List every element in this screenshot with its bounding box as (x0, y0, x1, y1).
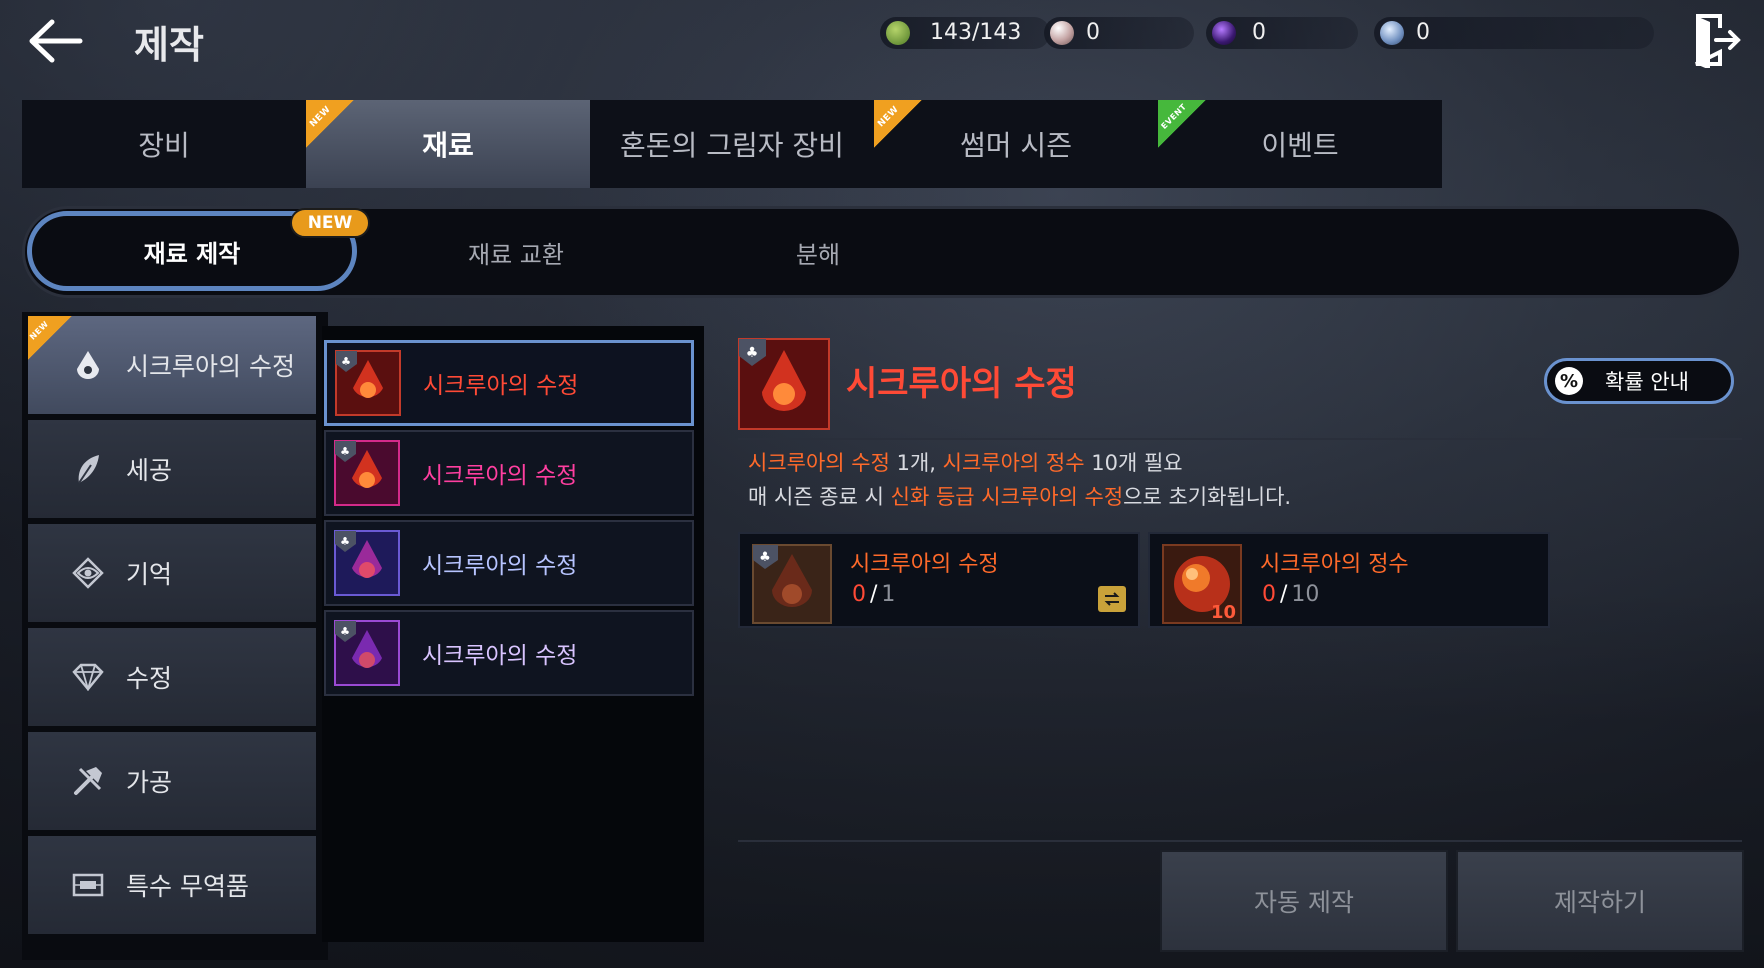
divider (738, 840, 1742, 842)
leaf-coin-icon (886, 21, 910, 45)
category-memory[interactable]: 기억 (28, 524, 316, 622)
swap-icon[interactable] (1098, 586, 1126, 612)
event-ribbon: EVENT (1158, 100, 1206, 148)
subtab-disassemble[interactable]: 분해 (671, 209, 965, 295)
back-button[interactable] (26, 16, 86, 66)
currency-silver: 0 (1374, 17, 1654, 49)
tab-chaos-shadow-equipment[interactable]: 혼돈의 그림자 장비 (590, 100, 874, 188)
tab-event[interactable]: EVENT 이벤트 (1158, 100, 1442, 188)
craft-button[interactable]: 제작하기 (1456, 850, 1744, 952)
item-crystal-icon: ♣ (738, 338, 830, 430)
eye-gem-icon (70, 555, 106, 591)
recipe-item[interactable]: ♣ 시크루아의 수정 (324, 520, 694, 606)
svg-text:♣: ♣ (759, 550, 771, 565)
description-line: 시크루아의 수정 1개, 시크루아의 정수 10개 필요 (748, 451, 1183, 475)
new-ribbon: NEW (306, 100, 354, 148)
category-list: NEW 시크루아의 수정 세공 기억 수정 가공 특수 무역품 (22, 312, 328, 960)
chest-icon (70, 867, 106, 903)
category-sikrua-crystal[interactable]: NEW 시크루아의 수정 (28, 316, 316, 414)
pearl-icon (1050, 21, 1074, 45)
svg-text:10: 10 (1211, 602, 1236, 623)
new-ribbon: NEW (874, 100, 922, 148)
item-detail-panel: ♣ 시크루아의 수정 % 확률 안내 시크루아의 수정 1개, 시크루아의 정수… (718, 316, 1744, 956)
crystal-icon: ♣ (334, 440, 400, 506)
essence-orb-icon: 10 (1162, 544, 1242, 624)
svg-text:♣: ♣ (341, 355, 351, 368)
new-ribbon: NEW (28, 316, 72, 360)
category-processing[interactable]: 가공 (28, 732, 316, 830)
back-arrow-icon (29, 19, 83, 63)
auto-craft-button[interactable]: 자동 제작 (1160, 850, 1448, 952)
crystal-icon: ♣ (752, 544, 832, 624)
tab-materials[interactable]: NEW 재료 (306, 100, 590, 188)
tab-equipment[interactable]: 장비 (22, 100, 306, 188)
category-special-trade[interactable]: 특수 무역품 (28, 836, 316, 934)
category-craftwork[interactable]: 세공 (28, 420, 316, 518)
svg-text:♣: ♣ (340, 535, 350, 548)
description-line: 매 시즌 종료 시 신화 등급 시크루아의 수정으로 초기화됩니다. (748, 485, 1292, 509)
sub-tab-bar: 재료 제작 NEW 재료 교환 분해 (22, 206, 1742, 298)
material-count: 0/1 (852, 582, 896, 607)
material-slot[interactable]: ♣ 시크루아의 수정 0/1 (738, 532, 1140, 628)
feather-icon (70, 451, 106, 487)
exit-button[interactable] (1690, 12, 1742, 70)
material-count: 0/10 (1262, 582, 1320, 607)
currency-purple: 0 (1206, 17, 1358, 49)
diamond-icon (70, 659, 106, 695)
recipe-list: ♣ 시크루아의 수정 ♣ 시크루아의 수정 ♣ 시크루아의 수정 ♣ 시크루아의… (322, 326, 704, 942)
svg-text:♣: ♣ (340, 445, 350, 458)
recipe-item[interactable]: ♣ 시크루아의 수정 (324, 610, 694, 696)
top-bar: 제작 143/143 0 0 0 (0, 0, 1764, 84)
subtab-material-craft[interactable]: 재료 제작 NEW (27, 208, 370, 291)
new-badge: NEW (290, 208, 370, 238)
recipe-item[interactable]: ♣ 시크루아의 수정 (324, 430, 694, 516)
silver-coin-icon (1380, 21, 1404, 45)
crystal-icon: ♣ (335, 350, 401, 416)
recipe-item[interactable]: ♣ 시크루아의 수정 (324, 340, 694, 426)
item-description: 시크루아의 수정 1개, 시크루아의 정수 10개 필요 매 시즌 종료 시 신… (748, 446, 1291, 514)
crystal-drop-icon (70, 347, 106, 383)
svg-text:♣: ♣ (340, 625, 350, 638)
currency-pearl: 0 (1044, 17, 1194, 49)
percent-icon: % (1555, 367, 1583, 395)
page-title: 제작 (134, 23, 204, 67)
item-name: 시크루아의 수정 (846, 364, 1077, 404)
currency-stamina: 143/143 (880, 17, 1050, 49)
purple-orb-icon (1212, 21, 1236, 45)
category-crystal[interactable]: 수정 (28, 628, 316, 726)
material-slot[interactable]: 10 시크루아의 정수 0/10 (1148, 532, 1550, 628)
main-tab-bar: 장비 NEW 재료 혼돈의 그림자 장비 NEW 썸머 시즌 EVENT 이벤트 (22, 100, 1442, 188)
tab-summer-season[interactable]: NEW 썸머 시즌 (874, 100, 1158, 188)
hammer-icon (70, 763, 106, 799)
crystal-icon: ♣ (334, 530, 400, 596)
svg-text:♣: ♣ (746, 345, 759, 361)
crystal-icon: ♣ (334, 620, 400, 686)
probability-info-button[interactable]: % 확률 안내 (1544, 358, 1734, 404)
exit-door-icon (1695, 14, 1741, 70)
subtab-material-exchange[interactable]: 재료 교환 (369, 209, 663, 295)
divider (738, 438, 1742, 440)
